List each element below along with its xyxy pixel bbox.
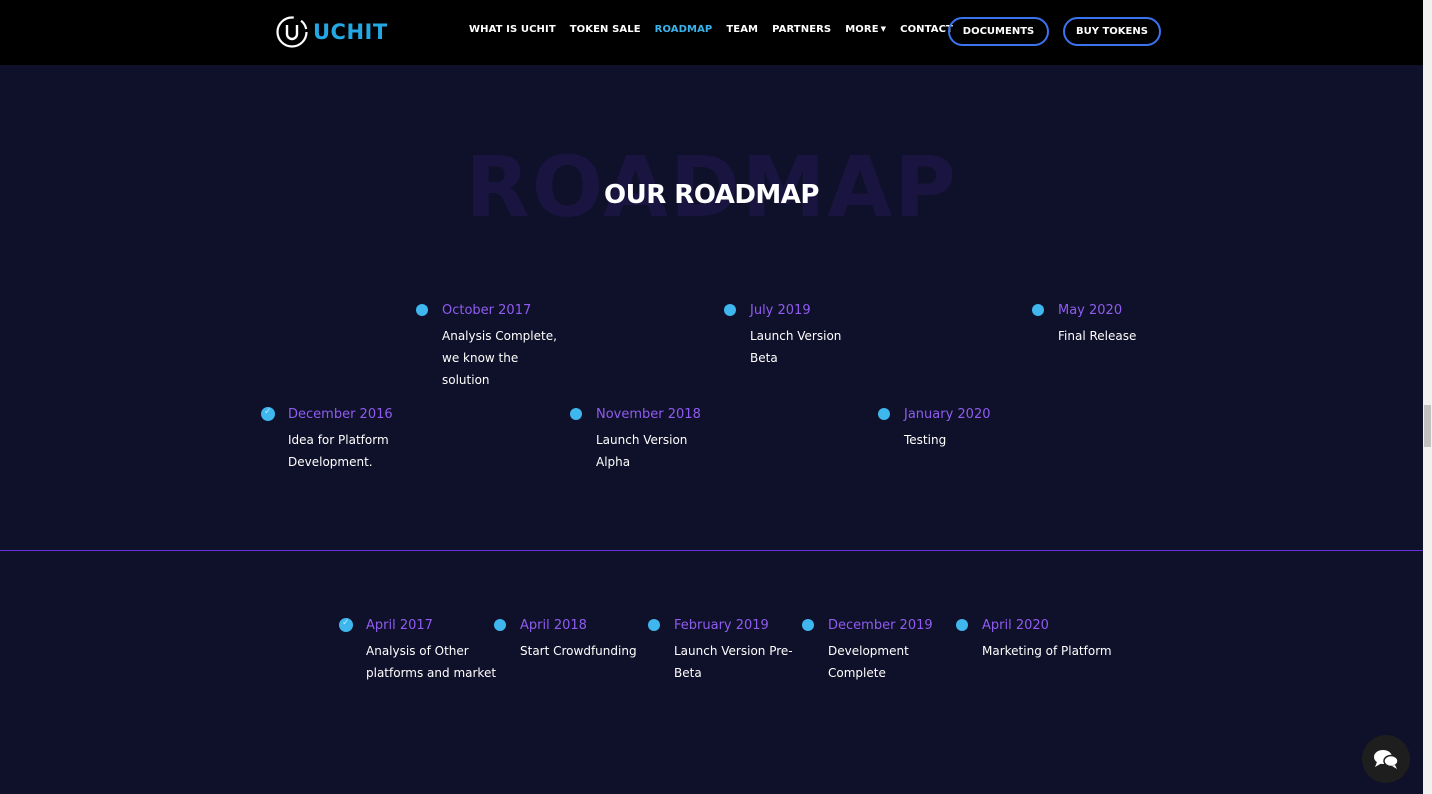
scrollbar-thumb[interactable] <box>1424 405 1431 447</box>
milestone-date: April 2018 <box>520 618 587 633</box>
milestone-date: January 2020 <box>904 407 991 422</box>
timeline-dot-icon <box>570 408 582 420</box>
documents-button[interactable]: DOCUMENTS <box>948 17 1049 46</box>
milestone-text: Launch Version Alpha <box>596 433 688 469</box>
timeline-dot-icon <box>956 619 968 631</box>
uchit-logo-icon <box>276 16 308 48</box>
logo-text: UCHIT <box>313 20 388 44</box>
milestone-text: Start Crowdfunding <box>520 644 637 658</box>
milestone-text: Testing <box>904 433 947 447</box>
milestone-december-2016: December 2016 Idea for Platform Developm… <box>261 406 413 473</box>
nav-roadmap[interactable]: ROADMAP <box>655 24 713 35</box>
milestone-date: December 2016 <box>288 407 393 422</box>
timeline-dot-icon <box>648 619 660 631</box>
page-scrollbar[interactable] <box>1423 0 1432 794</box>
milestone-may-2020: May 2020 Final Release <box>1032 302 1188 347</box>
milestone-text: Development Complete <box>828 644 909 680</box>
milestone-april-2017: April 2017 Analysis of Other platforms a… <box>339 617 501 684</box>
milestone-text: Final Release <box>1058 329 1137 343</box>
section-divider <box>0 550 1423 551</box>
timeline-dot-icon <box>1032 304 1044 316</box>
buy-tokens-button[interactable]: BUY TOKENS <box>1063 17 1161 46</box>
nav-partners[interactable]: PARTNERS <box>772 24 831 35</box>
chat-widget-button[interactable] <box>1362 735 1410 783</box>
timeline-dot-icon <box>494 619 506 631</box>
nav-more-dropdown[interactable]: MORE ▼ <box>845 24 886 35</box>
milestone-text: Analysis of Other platforms and market <box>366 644 497 680</box>
milestone-february-2019: February 2019 Launch Version Pre-Beta <box>648 617 804 684</box>
milestone-date: November 2018 <box>596 407 701 422</box>
milestone-text: Idea for Platform Development. <box>288 433 389 469</box>
timeline-dot-icon <box>878 408 890 420</box>
nav-team[interactable]: TEAM <box>726 24 758 35</box>
milestone-date: February 2019 <box>674 618 769 633</box>
milestone-date: October 2017 <box>442 303 532 318</box>
timeline-dot-icon <box>802 619 814 631</box>
roadmap-title: OUR ROADMAP <box>604 180 819 210</box>
main-nav: WHAT IS UCHIT TOKEN SALE ROADMAP TEAM PA… <box>469 24 953 35</box>
timeline-dot-icon <box>416 304 428 316</box>
caret-down-icon: ▼ <box>880 25 887 33</box>
milestone-december-2019: December 2019 Development Complete <box>802 617 948 684</box>
milestone-text: Marketing of Platform <box>982 644 1112 658</box>
chat-bubbles-icon <box>1374 750 1399 769</box>
completed-check-icon <box>339 618 353 632</box>
milestone-november-2018: November 2018 Launch Version Alpha <box>570 406 706 473</box>
milestone-july-2019: July 2019 Launch Version Beta <box>724 302 860 369</box>
milestone-date: December 2019 <box>828 618 933 633</box>
milestone-date: April 2020 <box>982 618 1049 633</box>
milestone-text: Launch Version Beta <box>750 329 842 365</box>
milestone-date: July 2019 <box>750 303 811 318</box>
nav-contact[interactable]: CONTACT <box>900 24 953 35</box>
nav-more-label: MORE <box>845 24 879 35</box>
top-navbar: UCHIT WHAT IS UCHIT TOKEN SALE ROADMAP T… <box>0 0 1423 65</box>
uchit-logo[interactable]: UCHIT <box>275 15 388 49</box>
milestone-date: April 2017 <box>366 618 433 633</box>
timeline-dot-icon <box>724 304 736 316</box>
nav-token-sale[interactable]: TOKEN SALE <box>570 24 641 35</box>
milestone-text: Analysis Complete, we know the solution <box>442 329 557 387</box>
nav-what-is-uchit[interactable]: WHAT IS UCHIT <box>469 24 556 35</box>
milestone-october-2017: October 2017 Analysis Complete, we know … <box>416 302 557 391</box>
milestone-date: May 2020 <box>1058 303 1123 318</box>
milestone-text: Launch Version Pre-Beta <box>674 644 793 680</box>
milestone-january-2020: January 2020 Testing <box>878 406 1034 451</box>
milestone-april-2020: April 2020 Marketing of Platform <box>956 617 1122 662</box>
completed-check-icon <box>261 407 275 421</box>
milestone-april-2018: April 2018 Start Crowdfunding <box>494 617 655 662</box>
